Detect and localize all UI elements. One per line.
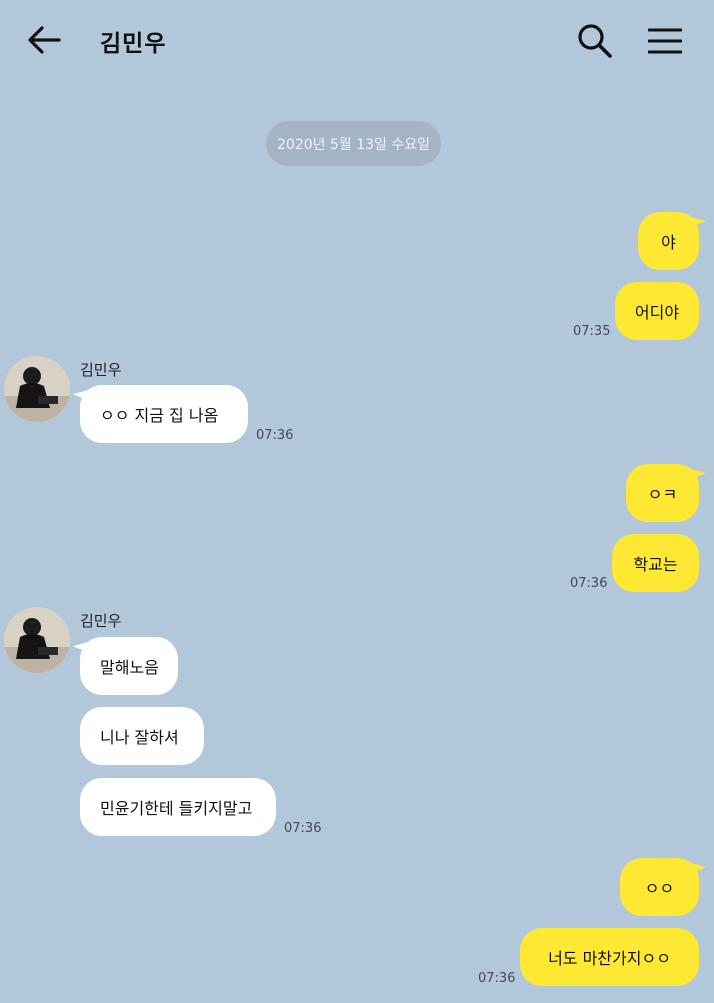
chat-title: 김민우 (100, 31, 167, 57)
message-text: 말해노음 (100, 658, 159, 677)
profile-photo (4, 607, 70, 673)
message-text: 어디야 (634, 303, 680, 322)
message-timestamp: 07:35 (573, 324, 611, 339)
my-message-bubble[interactable]: 학교는 (612, 534, 699, 592)
date-divider: 2020년 5월 13일 수요일 (266, 121, 441, 166)
search-button[interactable] (574, 20, 616, 62)
message-timestamp: 07:36 (256, 428, 294, 443)
menu-button[interactable] (644, 20, 686, 62)
their-message-bubble[interactable]: 니나 잘하셔 (80, 707, 204, 765)
my-message-bubble[interactable]: ㅇㅋ (626, 464, 699, 522)
avatar[interactable] (4, 607, 70, 673)
arrow-left-icon (28, 26, 61, 54)
message-timestamp: 07:36 (570, 576, 608, 591)
their-message-bubble[interactable]: 말해노음 (80, 637, 178, 695)
avatar[interactable] (4, 356, 70, 422)
search-icon (578, 24, 612, 58)
sender-name: 김민우 (80, 612, 122, 630)
profile-photo (4, 356, 70, 422)
chat-header: 김민우 (0, 0, 714, 80)
my-message-bubble[interactable]: ㅇㅇ (620, 858, 699, 916)
message-text: 너도 마찬가지ㅇㅇ (548, 949, 671, 968)
message-text: 니나 잘하셔 (100, 728, 179, 747)
my-message-bubble[interactable]: 야 (638, 212, 699, 270)
message-text: ㅇㅇ 지금 집 나옴 (100, 406, 219, 425)
message-text: ㅇㅋ (647, 485, 678, 504)
message-text: 학교는 (633, 555, 678, 574)
message-text: 야 (661, 233, 676, 252)
message-timestamp: 07:36 (284, 821, 322, 836)
message-text: 민윤기한테 들키지말고 (100, 799, 253, 818)
message-text: ㅇㅇ (644, 879, 675, 898)
my-message-bubble[interactable]: 너도 마찬가지ㅇㅇ (520, 928, 699, 986)
message-timestamp: 07:36 (478, 971, 516, 986)
back-button[interactable] (24, 20, 64, 60)
my-message-bubble[interactable]: 어디야 (615, 282, 699, 340)
their-message-bubble[interactable]: 민윤기한테 들키지말고 (80, 778, 276, 836)
hamburger-menu-icon (648, 28, 682, 54)
sender-name: 김민우 (80, 361, 122, 379)
their-message-bubble[interactable]: ㅇㅇ 지금 집 나옴 (80, 385, 248, 443)
